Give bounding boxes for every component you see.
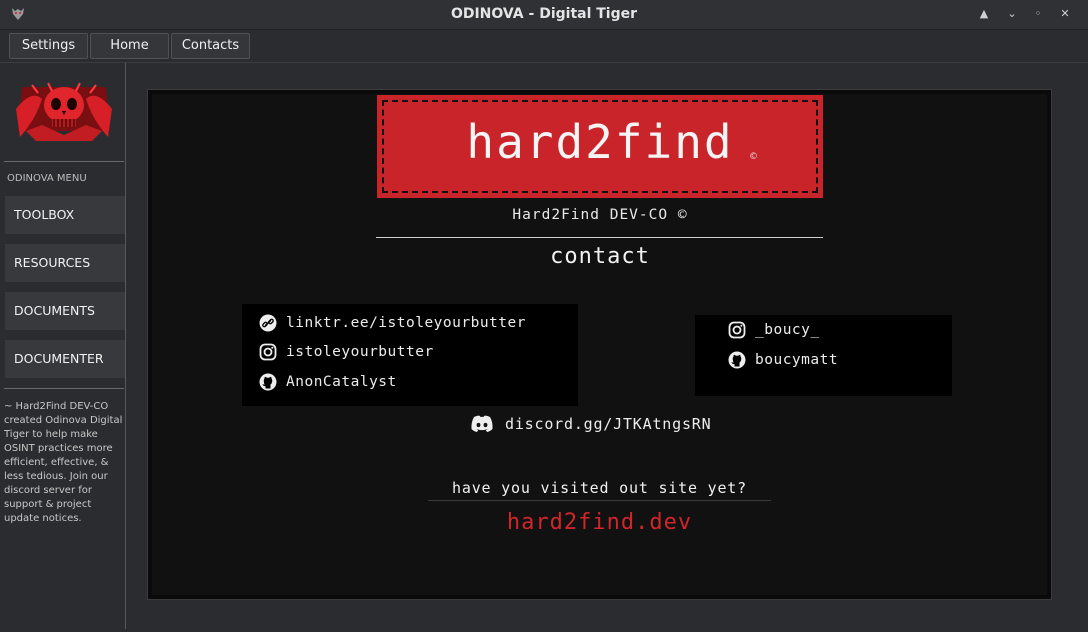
contact-heading: contact: [550, 244, 650, 269]
github-icon: [728, 351, 746, 369]
contact-row-github[interactable]: AnonCatalyst: [259, 373, 397, 391]
window-title: ODINOVA - Digital Tiger: [450, 6, 638, 22]
instagram-icon: [259, 343, 277, 361]
instagram-icon: [728, 321, 746, 339]
discord-text: discord.gg/JTKAtngsRN: [505, 415, 712, 433]
contact-row-instagram[interactable]: istoleyourbutter: [259, 343, 434, 361]
github-icon: [259, 373, 277, 391]
contact-text: AnonCatalyst: [286, 374, 397, 390]
heading-rule: [376, 237, 823, 238]
discord-icon: [471, 415, 493, 432]
panel-divider[interactable]: [125, 63, 126, 629]
contacts-button[interactable]: Contacts: [171, 33, 250, 59]
sidebar: ODINOVA MENU TOOLBOX RESOURCES DOCUMENTS…: [4, 63, 125, 628]
skull-logo: [12, 79, 116, 143]
discord-link[interactable]: discord.gg/JTKAtngsRN: [470, 414, 711, 434]
contact-text: linktr.ee/istoleyourbutter: [286, 315, 526, 331]
sidebar-item-toolbox[interactable]: TOOLBOX: [5, 196, 125, 234]
contact-text: istoleyourbutter: [286, 344, 434, 360]
sidebar-divider-top: [4, 161, 124, 162]
banner-copyright-mark: ©: [749, 152, 758, 162]
dev-co-subtitle: Hard2Find DEV-CO ©: [512, 207, 688, 223]
link-icon: [259, 314, 277, 332]
website-link[interactable]: hard2find.dev: [428, 510, 771, 535]
sidebar-item-documenter[interactable]: DOCUMENTER: [5, 340, 125, 378]
restore-icon[interactable]: ◦: [1030, 6, 1046, 22]
title-bar: ODINOVA - Digital Tiger ▲ ⌄ ◦ ✕: [0, 0, 1088, 30]
home-button[interactable]: Home: [90, 33, 169, 59]
sidebar-description: ~ Hard2Find DEV-CO created Odinova Digit…: [4, 401, 123, 524]
close-icon[interactable]: ✕: [1057, 6, 1073, 22]
site-question: have you visited out site yet?: [452, 479, 747, 497]
contact-row-linktree[interactable]: linktr.ee/istoleyourbutter: [259, 314, 526, 332]
contact-text: boucymatt: [755, 352, 839, 368]
maximize-icon[interactable]: ⌄: [1004, 6, 1020, 22]
settings-button[interactable]: Settings: [9, 33, 88, 59]
minimize-icon[interactable]: ▲: [976, 6, 992, 22]
hard2find-banner: hard2find: [377, 95, 823, 198]
menu-bar: Settings Home Contacts: [0, 30, 1088, 63]
contact-row-instagram-boucy[interactable]: _boucy_: [728, 321, 820, 339]
menu-label: ODINOVA MENU: [7, 173, 87, 184]
contact-text: _boucy_: [755, 322, 820, 338]
question-underline: [428, 500, 771, 501]
contact-row-github-boucy[interactable]: boucymatt: [728, 351, 838, 369]
sidebar-item-documents[interactable]: DOCUMENTS: [5, 292, 125, 330]
sidebar-item-resources[interactable]: RESOURCES: [5, 244, 125, 282]
sidebar-divider-bottom: [4, 388, 124, 389]
